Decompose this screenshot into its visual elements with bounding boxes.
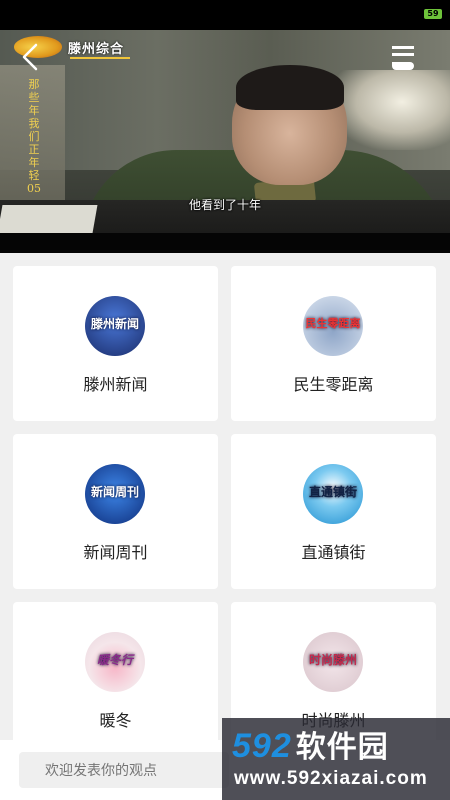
program-thumbnail: 民生零距离 — [303, 296, 363, 356]
watermark-number: 592 — [232, 727, 292, 765]
channel-name: 滕州综合 — [68, 41, 125, 57]
video-player[interactable]: 滕州综合 那些年我们正年轻05 他看到了十年 — [0, 30, 450, 253]
menu-button[interactable] — [388, 44, 418, 74]
watermark: 592 软件园 www.592xiazai.com — [222, 718, 450, 800]
program-thumbnail: 滕州新闻 — [85, 296, 145, 356]
program-label: 新闻周刊 — [83, 543, 148, 562]
status-bar: 59 — [0, 0, 450, 30]
comment-input[interactable] — [19, 752, 229, 788]
program-card-town-streets[interactable]: 直通镇街 直通镇街 — [231, 434, 436, 589]
watermark-url: www.592xiazai.com — [234, 768, 428, 789]
watermark-brand: 软件园 — [295, 731, 389, 764]
program-label: 暖冬 — [99, 711, 132, 730]
chevron-left-icon — [22, 43, 38, 71]
program-thumbnail: 时尚滕州 — [303, 632, 363, 692]
program-label: 直通镇街 — [301, 543, 366, 562]
program-thumbnail: 直通镇街 — [303, 464, 363, 524]
back-button[interactable] — [18, 42, 44, 72]
vertical-caption: 那些年我们正年轻05 — [27, 78, 41, 195]
program-thumbnail: 暖冬行 — [85, 632, 145, 692]
program-label: 滕州新闻 — [83, 375, 148, 394]
program-card-tengzhou-news[interactable]: 滕州新闻 滕州新闻 — [13, 266, 218, 421]
program-label: 民生零距离 — [293, 375, 374, 394]
program-card-livelihood[interactable]: 民生零距离 民生零距离 — [231, 266, 436, 421]
battery-icon: 59 — [424, 9, 442, 19]
program-card-news-weekly[interactable]: 新闻周刊 新闻周刊 — [13, 434, 218, 589]
program-card-warm-winter[interactable]: 暖冬行 暖冬 — [13, 602, 218, 757]
video-subtitle: 他看到了十年 — [188, 198, 261, 212]
program-thumbnail: 新闻周刊 — [85, 464, 145, 524]
menu-icon — [392, 46, 414, 70]
